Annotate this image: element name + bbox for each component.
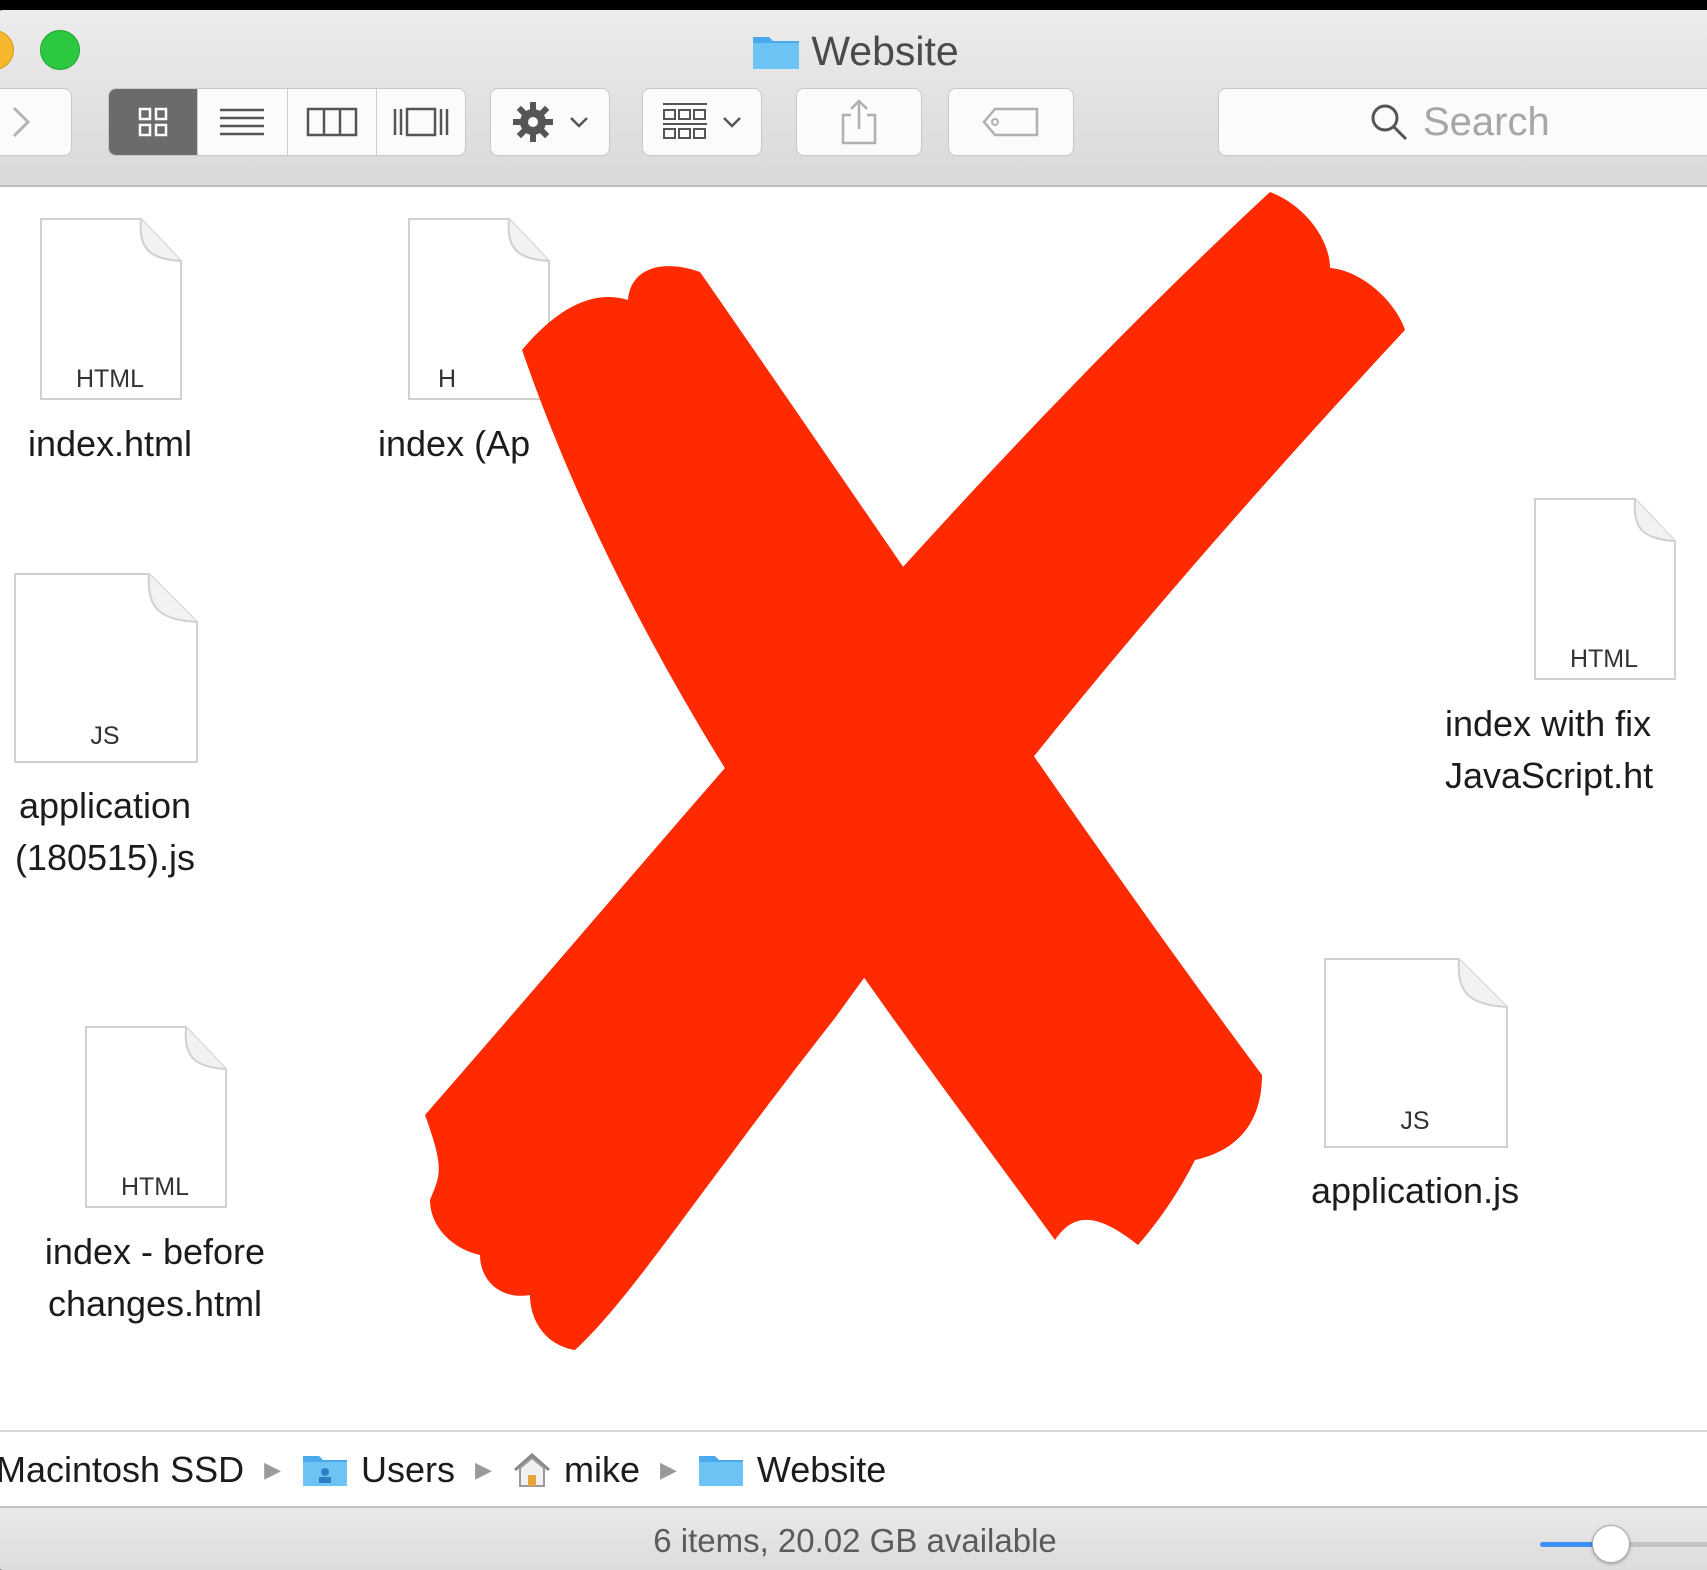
window-title-text: Website [811,28,959,74]
file-item[interactable]: H index (Ap [378,217,578,470]
slider-knob[interactable] [1592,1525,1630,1563]
arrange-icon [663,103,707,139]
cover-flow-icon [393,107,449,137]
file-name: index.html [27,423,193,464]
list-view-button[interactable] [198,89,288,155]
file-type-badge: JS [90,722,120,750]
chevron-right-icon [12,106,31,138]
forward-button[interactable] [0,88,72,156]
list-icon [220,108,265,136]
file-item[interactable]: HTML index - before changes.html [20,1025,290,1330]
html-file-icon: H [403,217,553,402]
column-view-button[interactable] [288,89,377,155]
path-bar: Macintosh SSD ▶ Users ▶ mike ▶ Website [0,1430,1707,1508]
file-item[interactable]: HTML index with fix JavaScript.ht [1445,497,1707,802]
file-type-badge: HTML [1569,645,1639,673]
folder-icon [698,1456,743,1486]
cover-flow-view-button[interactable] [377,89,465,155]
tag-icon [982,107,1039,137]
file-name: index with fix JavaScript.ht [1445,703,1654,796]
chevron-down-icon [723,117,741,128]
users-folder-icon [303,1456,348,1486]
home-icon [513,1452,550,1487]
file-item[interactable]: JS application (180515).js [0,572,210,884]
gear-icon [513,102,553,142]
triangle-right-icon: ▶ [475,1457,492,1482]
finder-window: Website Search HTML index.html H index (… [0,10,1707,1570]
arrange-menu-button[interactable] [642,88,762,156]
triangle-right-icon: ▶ [659,1457,677,1482]
html-file-icon: HTML [80,1025,230,1210]
tags-button[interactable] [948,88,1074,156]
file-icon-grid: HTML index.html H index (Ap HTML index w… [0,187,1707,1430]
file-item[interactable]: JS application.js [1295,957,1535,1217]
file-type-badge: JS [1400,1107,1430,1135]
search-placeholder: Search [1423,99,1550,144]
title-bar: Website Search [0,10,1707,187]
file-type-badge: HTML [120,1173,190,1201]
chevron-down-icon [570,117,588,128]
view-mode-selector [108,88,466,156]
path-item-home[interactable]: mike [564,1449,640,1491]
share-icon [841,99,877,145]
file-name: index - before changes.html [44,1231,266,1324]
path-item-website[interactable]: Website [757,1449,886,1491]
folder-icon [751,31,801,81]
icon-view-button[interactable] [109,89,199,155]
js-file-icon: JS [1319,957,1511,1149]
action-menu-button[interactable] [490,88,610,156]
file-type-badge: H [438,365,457,393]
triangle-right-icon: ▶ [264,1457,282,1482]
window-title: Website [0,28,1707,78]
search-icon [1371,104,1408,141]
file-name: index (Ap [378,423,531,464]
html-file-icon: HTML [1529,497,1679,682]
file-type-badge: HTML [75,365,145,393]
grid-icon [138,107,168,137]
path-item-disk[interactable]: Macintosh SSD [0,1449,244,1491]
file-item[interactable]: HTML index.html [10,217,210,470]
html-file-icon: HTML [35,217,185,402]
share-button[interactable] [796,88,922,156]
path-item-users[interactable]: Users [361,1449,455,1491]
icon-size-slider[interactable] [1540,1525,1707,1563]
file-name: application.js [1310,1170,1520,1211]
file-name: application (180515).js [14,785,196,878]
columns-icon [306,107,357,137]
status-bar: 6 items, 20.02 GB available [0,1506,1707,1570]
search-field[interactable]: Search [1218,88,1707,156]
js-file-icon: JS [9,572,201,764]
status-text: 6 items, 20.02 GB available [653,1522,1057,1559]
